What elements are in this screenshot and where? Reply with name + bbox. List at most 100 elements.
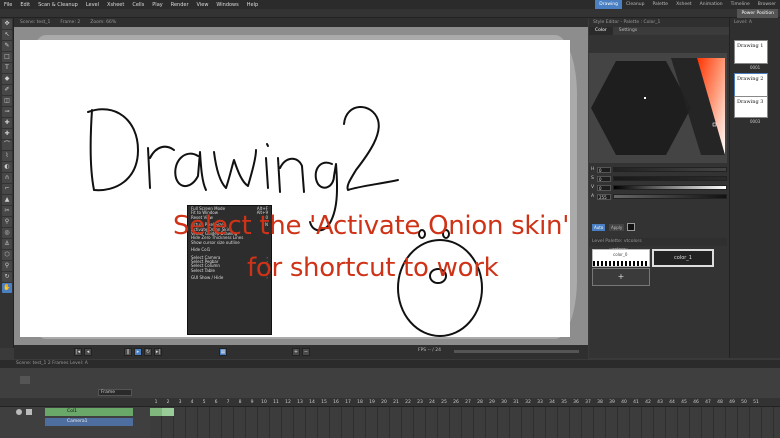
animate-tool-icon[interactable]: ✥: [2, 19, 12, 29]
zoom-tool-icon[interactable]: ⚲: [2, 261, 12, 271]
frame-number[interactable]: 51: [750, 398, 762, 407]
frame-number[interactable]: 39: [606, 398, 618, 407]
slider-track[interactable]: [613, 185, 727, 190]
palette-swatch-color-1[interactable]: color_1: [652, 249, 714, 267]
menu-xsheet[interactable]: Xsheet: [103, 2, 128, 8]
level-frame-thumb-1[interactable]: Drawing 1: [734, 40, 768, 64]
menu-render[interactable]: Render: [167, 2, 193, 8]
loop-button[interactable]: ↻: [144, 348, 152, 356]
frame-number[interactable]: 2: [162, 398, 174, 407]
frame-number[interactable]: 48: [714, 398, 726, 407]
frame-number[interactable]: 32: [522, 398, 534, 407]
control-point-editor-icon[interactable]: ⌒: [2, 140, 12, 150]
slider-a[interactable]: A 255: [591, 193, 727, 200]
slider-value-field[interactable]: 255: [597, 193, 611, 200]
slider-track[interactable]: [613, 167, 727, 172]
frame-number[interactable]: 43: [654, 398, 666, 407]
frame-number[interactable]: 5: [198, 398, 210, 407]
room-tab-palette[interactable]: Palette: [648, 0, 672, 9]
frame-number[interactable]: 28: [474, 398, 486, 407]
frame-number[interactable]: 31: [510, 398, 522, 407]
rotate-tool-icon[interactable]: ↻: [2, 272, 12, 282]
pause-button[interactable]: ‖: [124, 348, 132, 356]
add-style-button[interactable]: +: [592, 268, 650, 286]
slider-value-field[interactable]: 0: [597, 175, 611, 182]
palette-swatch-color-0[interactable]: color_0: [592, 249, 650, 267]
slider-track[interactable]: [613, 194, 727, 199]
color-hexagon-picker[interactable]: [589, 53, 727, 163]
level-frame-thumb-2[interactable]: Drawing 2: [734, 73, 768, 97]
toggle-icon[interactable]: [20, 376, 30, 384]
level-frame-thumb-3[interactable]: Drawing 3: [734, 96, 768, 118]
room-tab-drawing[interactable]: Drawing: [595, 0, 622, 9]
cell-col1-frame-1[interactable]: [150, 408, 162, 416]
play-button[interactable]: ▸: [134, 348, 142, 356]
frame-number[interactable]: 6: [210, 398, 222, 407]
menu-edit[interactable]: Edit: [16, 2, 34, 8]
tab-settings[interactable]: Settings: [613, 27, 643, 35]
menu-help[interactable]: Help: [243, 2, 262, 8]
frame-number[interactable]: 46: [690, 398, 702, 407]
menu-cells[interactable]: Cells: [128, 2, 148, 8]
cutter-tool-icon[interactable]: ✂: [2, 206, 12, 216]
frame-number[interactable]: 24: [426, 398, 438, 407]
frame-number[interactable]: 41: [630, 398, 642, 407]
magnet-tool-icon[interactable]: ∩: [2, 173, 12, 183]
frame-number[interactable]: 26: [450, 398, 462, 407]
skeleton-tool-icon[interactable]: ⚲: [2, 217, 12, 227]
frame-number[interactable]: 19: [366, 398, 378, 407]
frame-number[interactable]: 29: [486, 398, 498, 407]
frame-number[interactable]: 18: [354, 398, 366, 407]
tape-tool-icon[interactable]: ⊸: [2, 107, 12, 117]
zoom-in-icon[interactable]: +: [292, 348, 300, 356]
track-camera1[interactable]: Camera1: [45, 418, 133, 426]
room-tab-timeline[interactable]: Timeline: [727, 0, 754, 9]
slider-v[interactable]: V0: [591, 184, 727, 191]
tracker-tool-icon[interactable]: ◎: [2, 228, 12, 238]
rgb-picker-icon[interactable]: ✚: [2, 129, 12, 139]
menu-windows[interactable]: Windows: [212, 2, 242, 8]
slider-track[interactable]: [613, 176, 727, 181]
frame-number[interactable]: 14: [306, 398, 318, 407]
first-frame-button[interactable]: |◂: [74, 348, 82, 356]
frame-number[interactable]: 37: [582, 398, 594, 407]
frame-number[interactable]: 4: [186, 398, 198, 407]
viewer[interactable]: [14, 27, 588, 345]
power-position-button[interactable]: Power Position: [737, 9, 778, 18]
frame-number[interactable]: 1: [150, 398, 162, 407]
fill-tool-icon[interactable]: ◆: [2, 74, 12, 84]
apply-button[interactable]: Apply: [609, 224, 625, 231]
frame-number[interactable]: 7: [222, 398, 234, 407]
frame-number[interactable]: 38: [594, 398, 606, 407]
frame-number[interactable]: 11: [270, 398, 282, 407]
cell-col1-frame-2[interactable]: [162, 408, 174, 416]
frame-number[interactable]: 40: [618, 398, 630, 407]
eye-icon[interactable]: [16, 409, 22, 415]
style-picker-icon[interactable]: ✚: [2, 118, 12, 128]
frame-number[interactable]: 35: [558, 398, 570, 407]
room-tab-xsheet[interactable]: Xsheet: [672, 0, 696, 9]
frame-number[interactable]: 3: [174, 398, 186, 407]
frame-number[interactable]: 27: [462, 398, 474, 407]
menu-view[interactable]: View: [193, 2, 213, 8]
menu-level[interactable]: Level: [82, 2, 103, 8]
pump-tool-icon[interactable]: ◐: [2, 162, 12, 172]
frame-number[interactable]: 50: [738, 398, 750, 407]
bender-tool-icon[interactable]: ⌐: [2, 184, 12, 194]
frame-number[interactable]: 30: [498, 398, 510, 407]
eraser-tool-icon[interactable]: ◫: [2, 96, 12, 106]
prev-frame-button[interactable]: ◂: [84, 348, 92, 356]
tab-color[interactable]: Color: [589, 27, 613, 35]
frame-number[interactable]: 42: [642, 398, 654, 407]
frame-number[interactable]: 10: [258, 398, 270, 407]
frame-number[interactable]: 8: [234, 398, 246, 407]
next-frame-button[interactable]: ▸|: [154, 348, 162, 356]
room-tab-browser[interactable]: Browser: [754, 0, 780, 9]
menu-file[interactable]: File: [0, 2, 16, 8]
camstand-icon[interactable]: [26, 409, 32, 415]
menu-play[interactable]: Play: [148, 2, 166, 8]
selection-tool-icon[interactable]: ↖: [2, 30, 12, 40]
pinch-tool-icon[interactable]: ⌇: [2, 151, 12, 161]
frame-number[interactable]: 23: [414, 398, 426, 407]
auto-toggle[interactable]: Auto: [592, 224, 606, 231]
